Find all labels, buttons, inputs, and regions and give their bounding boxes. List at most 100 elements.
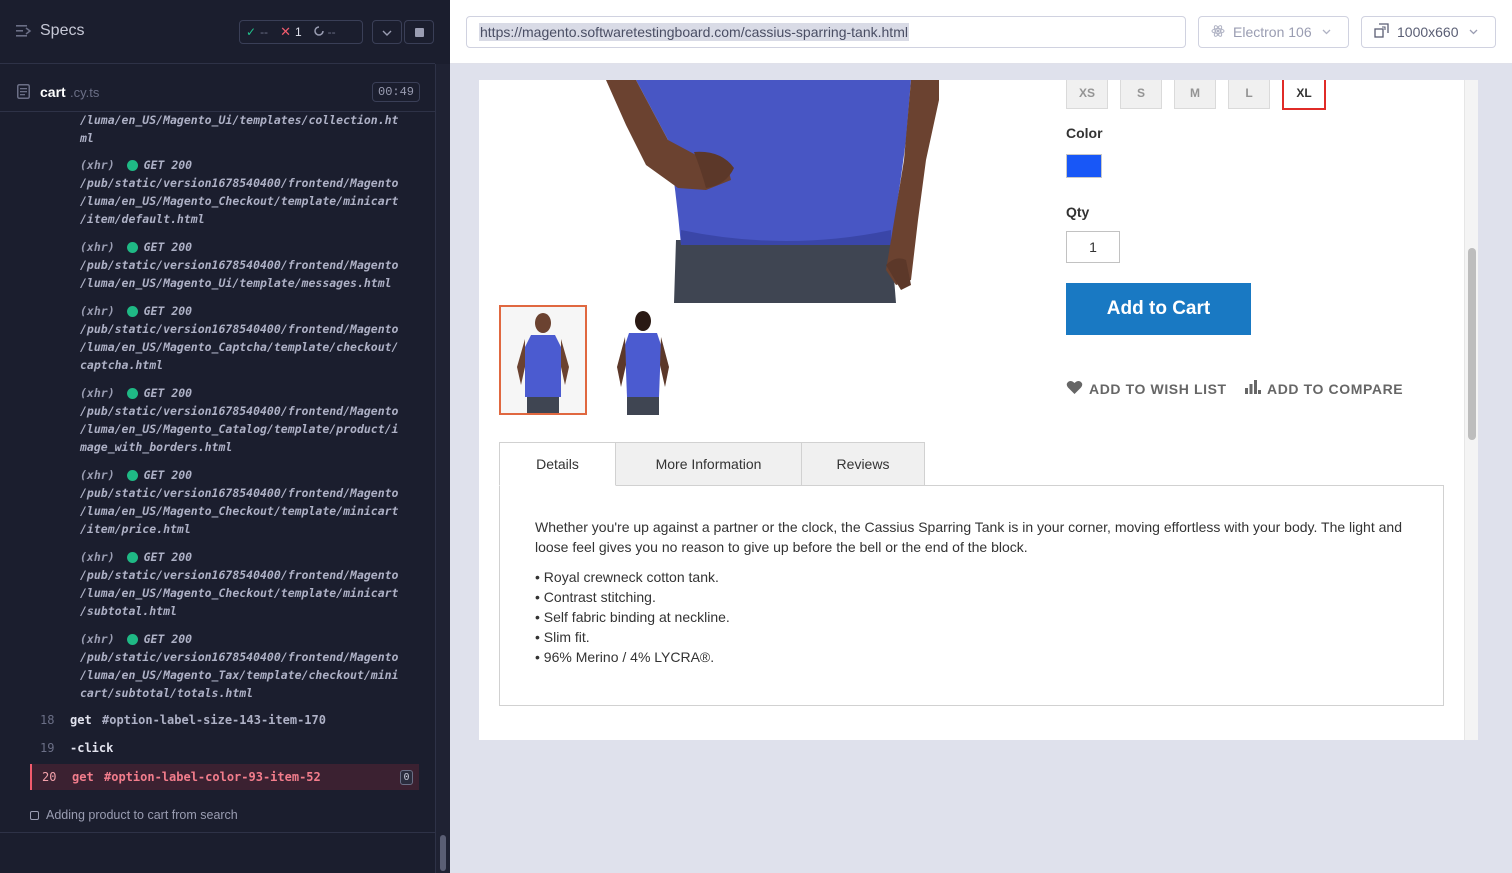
xhr-path: /pub/static/version1678540400/frontend/M… bbox=[80, 258, 399, 290]
command-name: get bbox=[72, 770, 94, 784]
xhr-tag: (xhr) bbox=[80, 158, 115, 172]
specs-toggle[interactable]: Specs bbox=[16, 22, 84, 40]
status-dot-icon bbox=[126, 305, 138, 317]
test-stats: ✓ -- ✕ 1 -- bbox=[239, 20, 363, 44]
list-item: • 96% Merino / 4% LYCRA®. bbox=[535, 649, 715, 665]
tab-more-information[interactable]: More Information bbox=[615, 442, 802, 486]
size-option-l[interactable]: L bbox=[1228, 80, 1270, 109]
divider bbox=[0, 832, 435, 833]
page-scrollbar[interactable] bbox=[1464, 80, 1478, 740]
check-icon: ✓ bbox=[246, 25, 257, 39]
stop-button[interactable] bbox=[404, 20, 434, 44]
scrollbar-thumb[interactable] bbox=[1468, 248, 1476, 440]
spec-extension: .cy.ts bbox=[70, 85, 100, 100]
xhr-method: GET 200 bbox=[143, 468, 193, 482]
xhr-log-entry[interactable]: (xhr) GET 200 /pub/static/version16785404… bbox=[80, 466, 420, 538]
xhr-log-entry[interactable]: (xhr) GET 200 /pub/static/version16785404… bbox=[80, 302, 420, 374]
xhr-method: GET 200 bbox=[143, 240, 193, 254]
spec-file-row[interactable]: cart .cy.ts 00:49 bbox=[0, 72, 435, 112]
command-name: get bbox=[70, 713, 92, 727]
viewport-label: 1000x660 bbox=[1397, 24, 1459, 40]
feature-list: • Royal crewneck cotton tank. • Contrast… bbox=[535, 567, 1408, 667]
url-text: https://magento.softwaretestingboard.com… bbox=[479, 23, 909, 41]
document-icon bbox=[17, 84, 30, 104]
spinner-icon bbox=[313, 25, 324, 39]
chevron-down-icon bbox=[382, 23, 392, 41]
add-to-compare-link[interactable]: ADD TO COMPARE bbox=[1245, 380, 1403, 397]
command-selector: #option-label-color-93-item-52 bbox=[104, 770, 321, 784]
xhr-method: GET 200 bbox=[143, 304, 193, 318]
size-option-xl[interactable]: XL bbox=[1281, 80, 1327, 111]
passed-count: -- bbox=[260, 25, 269, 39]
xhr-path: /pub/static/version1678540400/frontend/M… bbox=[80, 568, 399, 618]
log-text: ml bbox=[80, 131, 94, 145]
xhr-path: /pub/static/version1678540400/frontend/M… bbox=[80, 176, 399, 226]
status-dot-icon bbox=[126, 159, 138, 171]
list-item: • Self fabric binding at neckline. bbox=[535, 609, 730, 625]
list-item: • Royal crewneck cotton tank. bbox=[535, 569, 719, 585]
size-option-xs[interactable]: XS bbox=[1066, 80, 1108, 109]
add-to-cart-button[interactable]: Add to Cart bbox=[1066, 283, 1251, 335]
status-dot-icon bbox=[126, 241, 138, 253]
xhr-log-entry[interactable]: (xhr) GET 200 /pub/static/version16785404… bbox=[80, 548, 420, 620]
viewport-selector[interactable]: 1000x660 bbox=[1361, 16, 1496, 48]
url-bar[interactable]: https://magento.softwaretestingboard.com… bbox=[466, 16, 1186, 48]
log-line: /luma/en_US/Magento_Ui/templates/collect… bbox=[80, 113, 399, 147]
tab-reviews[interactable]: Reviews bbox=[801, 442, 925, 486]
xhr-log-entry[interactable]: (xhr) GET 200 /pub/static/version16785404… bbox=[80, 630, 420, 702]
list-item: • Contrast stitching. bbox=[535, 589, 656, 605]
compare-chart-icon bbox=[1245, 380, 1261, 397]
product-thumbnail-front[interactable] bbox=[499, 305, 587, 415]
product-info-tabs: Details More Information Reviews bbox=[499, 442, 925, 486]
cypress-app: Specs ✓ -- ✕ 1 -- cart .cy.ts 00:49 /lum… bbox=[0, 0, 1512, 873]
options-dropdown-button[interactable] bbox=[372, 20, 402, 44]
qty-label: Qty bbox=[1066, 204, 1090, 220]
command-row-failed[interactable]: 20 get #option-label-color-93-item-52 0 bbox=[30, 764, 419, 790]
status-dot-icon bbox=[126, 469, 138, 481]
status-dot-icon bbox=[126, 551, 138, 563]
compare-label: ADD TO COMPARE bbox=[1267, 380, 1404, 397]
product-thumbnail-back[interactable] bbox=[599, 305, 687, 415]
size-swatches: XS S M L XL bbox=[1066, 80, 1327, 111]
xhr-path: /pub/static/version1678540400/frontend/M… bbox=[80, 486, 399, 536]
pending-count: -- bbox=[327, 25, 336, 39]
chevron-down-icon bbox=[1469, 27, 1478, 38]
runner-scrollbar[interactable] bbox=[435, 64, 450, 873]
xhr-tag: (xhr) bbox=[80, 468, 115, 482]
command-row[interactable]: 18 get #option-label-size-143-item-170 bbox=[30, 707, 419, 733]
passed-stat: ✓ -- bbox=[240, 21, 274, 43]
x-icon: ✕ bbox=[280, 24, 291, 39]
xhr-method: GET 200 bbox=[143, 158, 193, 172]
heart-icon bbox=[1066, 380, 1083, 398]
xhr-log-entry[interactable]: (xhr) GET 200 /pub/static/version16785404… bbox=[80, 156, 420, 228]
test-status-icon bbox=[30, 810, 39, 820]
add-to-wishlist-link[interactable]: ADD TO WISH LIST bbox=[1066, 380, 1227, 398]
product-description: Whether you're up against a partner or t… bbox=[535, 519, 1402, 555]
command-row[interactable]: 19 -click bbox=[30, 735, 419, 761]
size-option-s[interactable]: S bbox=[1120, 80, 1162, 109]
runner-header: Specs ✓ -- ✕ 1 -- bbox=[0, 0, 435, 64]
spec-duration: 00:49 bbox=[372, 82, 421, 102]
tab-details[interactable]: Details bbox=[499, 442, 616, 486]
color-option-blue[interactable] bbox=[1066, 154, 1102, 178]
spec-name: cart bbox=[40, 84, 66, 100]
xhr-path: /pub/static/version1678540400/frontend/M… bbox=[80, 404, 399, 454]
xhr-tag: (xhr) bbox=[80, 550, 115, 564]
menu-icon bbox=[16, 24, 32, 38]
status-dot-icon bbox=[126, 387, 138, 399]
xhr-log-entry[interactable]: (xhr) GET 200 /pub/static/version16785404… bbox=[80, 384, 420, 456]
command-log: /luma/en_US/Magento_Ui/templates/collect… bbox=[0, 113, 435, 799]
scrollbar-thumb[interactable] bbox=[440, 835, 446, 871]
size-option-m[interactable]: M bbox=[1174, 80, 1216, 109]
product-main-image[interactable] bbox=[606, 80, 939, 303]
qty-input[interactable]: 1 bbox=[1066, 231, 1120, 263]
test-title[interactable]: Adding product to cart from search bbox=[30, 808, 238, 822]
failed-stat: ✕ 1 bbox=[274, 21, 308, 43]
details-panel: Whether you're up against a partner or t… bbox=[499, 485, 1444, 706]
command-number: 18 bbox=[40, 713, 55, 727]
xhr-method: GET 200 bbox=[143, 386, 193, 400]
log-text: /luma/en_US/Magento_Ui/templates/collect… bbox=[80, 113, 399, 127]
xhr-tag: (xhr) bbox=[80, 386, 115, 400]
xhr-log-entry[interactable]: (xhr) GET 200 /pub/static/version16785404… bbox=[80, 238, 420, 292]
browser-selector[interactable]: Electron 106 bbox=[1198, 16, 1349, 48]
